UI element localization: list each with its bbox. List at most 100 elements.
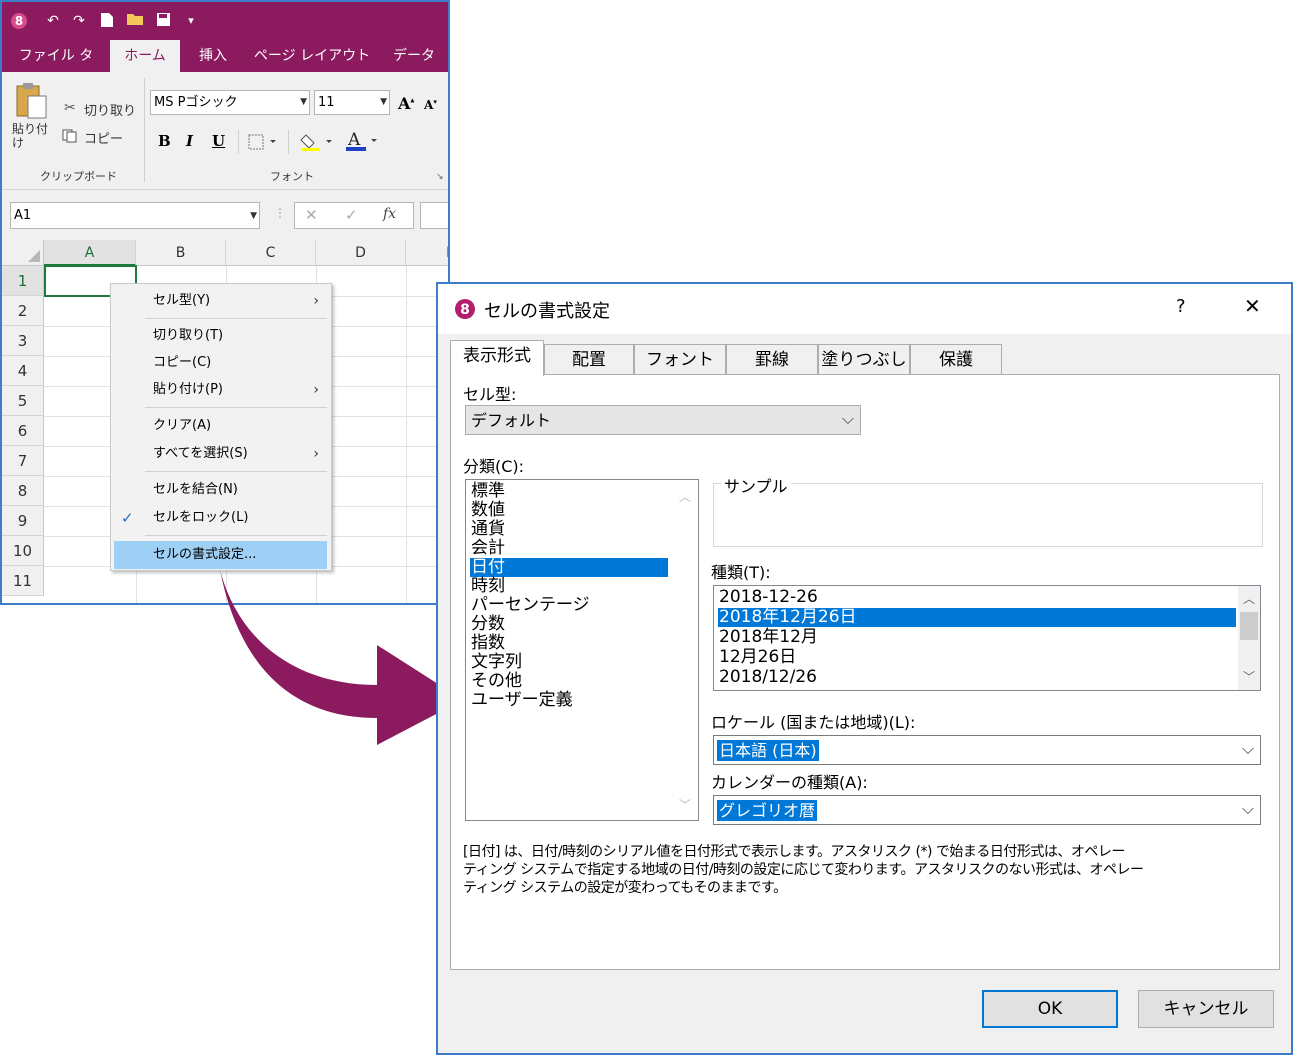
list-item[interactable]: 会計	[470, 539, 668, 558]
cut-icon[interactable]: ✂	[64, 100, 76, 116]
dialog-launcher-icon[interactable]: ↘	[436, 172, 444, 182]
list-item[interactable]: 2018/12/26	[718, 668, 1236, 687]
row-header[interactable]: 11	[2, 566, 44, 596]
menu-item-cut[interactable]: 切り取り(T)	[111, 323, 331, 349]
column-header[interactable]: C	[226, 240, 316, 266]
list-item[interactable]: 通貨	[470, 520, 668, 539]
list-item[interactable]: 2018年12月	[718, 628, 1236, 647]
shrink-font-icon[interactable]: A▾	[424, 97, 437, 112]
column-header[interactable]: D	[316, 240, 406, 266]
border-icon[interactable]	[248, 134, 278, 154]
menu-item-copy[interactable]: コピー(C)	[111, 350, 331, 376]
chevron-up-icon[interactable]: ︿	[676, 488, 694, 506]
tab-fill[interactable]: 塗りつぶし	[818, 344, 910, 376]
font-name-combo[interactable]: MS Pゴシック ▼	[150, 90, 310, 115]
list-item-selected[interactable]: 日付	[470, 558, 668, 577]
row-header[interactable]: 4	[2, 356, 44, 386]
list-item[interactable]: 分数	[470, 615, 668, 634]
redo-icon[interactable]: ↷	[70, 12, 88, 30]
list-item[interactable]: 時刻	[470, 577, 668, 596]
paste-button[interactable]: 貼り付け	[12, 122, 52, 150]
tab-home[interactable]: ホーム	[110, 40, 180, 72]
list-item[interactable]: その他	[470, 672, 668, 691]
open-folder-icon[interactable]	[126, 12, 144, 30]
row-header[interactable]: 2	[2, 296, 44, 326]
tab-protection[interactable]: 保護	[910, 344, 1002, 376]
name-box[interactable]: A1 ▼	[10, 202, 260, 229]
menu-item-paste[interactable]: 貼り付け(P) ›	[111, 377, 331, 403]
customize-menu-icon[interactable]: ▾	[182, 12, 200, 30]
list-item[interactable]: 12月26日	[718, 648, 1236, 667]
row-header[interactable]: 1	[2, 266, 44, 296]
list-item[interactable]: パーセンテージ	[470, 596, 668, 615]
row-header[interactable]: 10	[2, 536, 44, 566]
cell-type-select[interactable]: デフォルト ⌵	[465, 405, 861, 435]
save-icon[interactable]	[154, 12, 172, 30]
menu-item-merge-cells[interactable]: セルを結合(N)	[111, 477, 331, 503]
tab-border[interactable]: 罫線	[726, 344, 818, 376]
row-header[interactable]: 6	[2, 416, 44, 446]
select-all-corner[interactable]	[2, 240, 44, 266]
formula-input[interactable]	[420, 202, 448, 229]
italic-button[interactable]: I	[186, 132, 193, 150]
font-size-combo[interactable]: 11 ▼	[314, 90, 390, 115]
column-header[interactable]: E	[406, 240, 448, 266]
row-header[interactable]: 8	[2, 476, 44, 506]
close-icon[interactable]: ✕	[1244, 294, 1261, 318]
grow-font-icon[interactable]: A▴	[398, 94, 414, 113]
type-list[interactable]: 2018-12-26 2018年12月26日 2018年12月 12月26日 2…	[713, 585, 1261, 691]
cancel-button[interactable]: キャンセル	[1138, 990, 1274, 1028]
chevron-down-icon[interactable]: ﹀	[1240, 668, 1258, 686]
tab-number-format[interactable]: 表示形式	[450, 340, 544, 376]
type-scrollbar[interactable]: ︿ ﹀	[1238, 586, 1260, 690]
list-item[interactable]: 指数	[470, 634, 668, 653]
underline-button[interactable]: U	[212, 132, 225, 150]
row-header[interactable]: 3	[2, 326, 44, 356]
scroll-thumb[interactable]	[1240, 612, 1258, 640]
tab-page-layout[interactable]: ページ レイアウト	[252, 40, 372, 72]
calendar-select[interactable]: グレゴリオ暦 ⌵	[713, 795, 1261, 825]
locale-select[interactable]: 日本語 (日本) ⌵	[713, 735, 1261, 765]
bold-button[interactable]: B	[158, 132, 171, 150]
row-header[interactable]: 7	[2, 446, 44, 476]
list-item[interactable]: ユーザー定義	[470, 691, 668, 710]
list-item[interactable]: 2018-12-26	[718, 588, 1236, 607]
tab-font[interactable]: フォント	[634, 344, 726, 376]
paste-icon[interactable]	[14, 82, 48, 124]
copy-button[interactable]: コピー	[84, 128, 123, 147]
tab-data[interactable]: データ	[384, 40, 444, 72]
menu-item-clear[interactable]: クリア(A)	[111, 413, 331, 439]
list-item[interactable]: 数値	[470, 501, 668, 520]
undo-icon[interactable]: ↶	[44, 12, 62, 30]
cell-type-value: デフォルト	[471, 411, 552, 430]
cut-button[interactable]: 切り取り	[84, 100, 136, 119]
ok-button[interactable]: OK	[982, 990, 1118, 1028]
insert-function-icon[interactable]: fx	[383, 206, 396, 222]
tab-alignment[interactable]: 配置	[544, 344, 634, 376]
locale-value: 日本語 (日本)	[717, 740, 819, 761]
tab-file[interactable]: ファイル タブ	[12, 40, 100, 96]
chevron-up-icon[interactable]: ︿	[1240, 590, 1258, 608]
fill-color-icon[interactable]	[300, 132, 338, 156]
formula-buttons: ✕ ✓ fx	[294, 202, 414, 229]
list-item-selected[interactable]: 2018年12月26日	[718, 608, 1236, 627]
menu-item-lock-cells[interactable]: ✓ セルをロック(L)	[111, 505, 331, 531]
cancel-icon[interactable]: ✕	[305, 206, 318, 224]
category-scrollbar[interactable]: ︿ ﹀	[672, 480, 698, 820]
menu-item-select-all[interactable]: すべてを選択(S) ›	[111, 441, 331, 467]
category-list[interactable]: 標準 数値 通貨 会計 日付 時刻 パーセンテージ 分数 指数 文字列 その他 …	[465, 479, 699, 821]
enter-icon[interactable]: ✓	[345, 206, 358, 224]
font-color-icon[interactable]: A	[344, 130, 382, 156]
copy-icon[interactable]	[62, 128, 78, 147]
list-item[interactable]: 標準	[470, 482, 668, 501]
menu-item-cell-type[interactable]: セル型(Y) ›	[111, 288, 331, 314]
row-header[interactable]: 9	[2, 506, 44, 536]
help-button[interactable]: ?	[1176, 296, 1186, 317]
tab-insert[interactable]: 挿入	[188, 40, 238, 72]
list-item[interactable]: 文字列	[470, 653, 668, 672]
chevron-down-icon[interactable]: ﹀	[676, 796, 694, 814]
new-file-icon[interactable]	[98, 12, 116, 30]
column-header[interactable]: A	[44, 240, 136, 266]
row-header[interactable]: 5	[2, 386, 44, 416]
column-header[interactable]: B	[136, 240, 226, 266]
